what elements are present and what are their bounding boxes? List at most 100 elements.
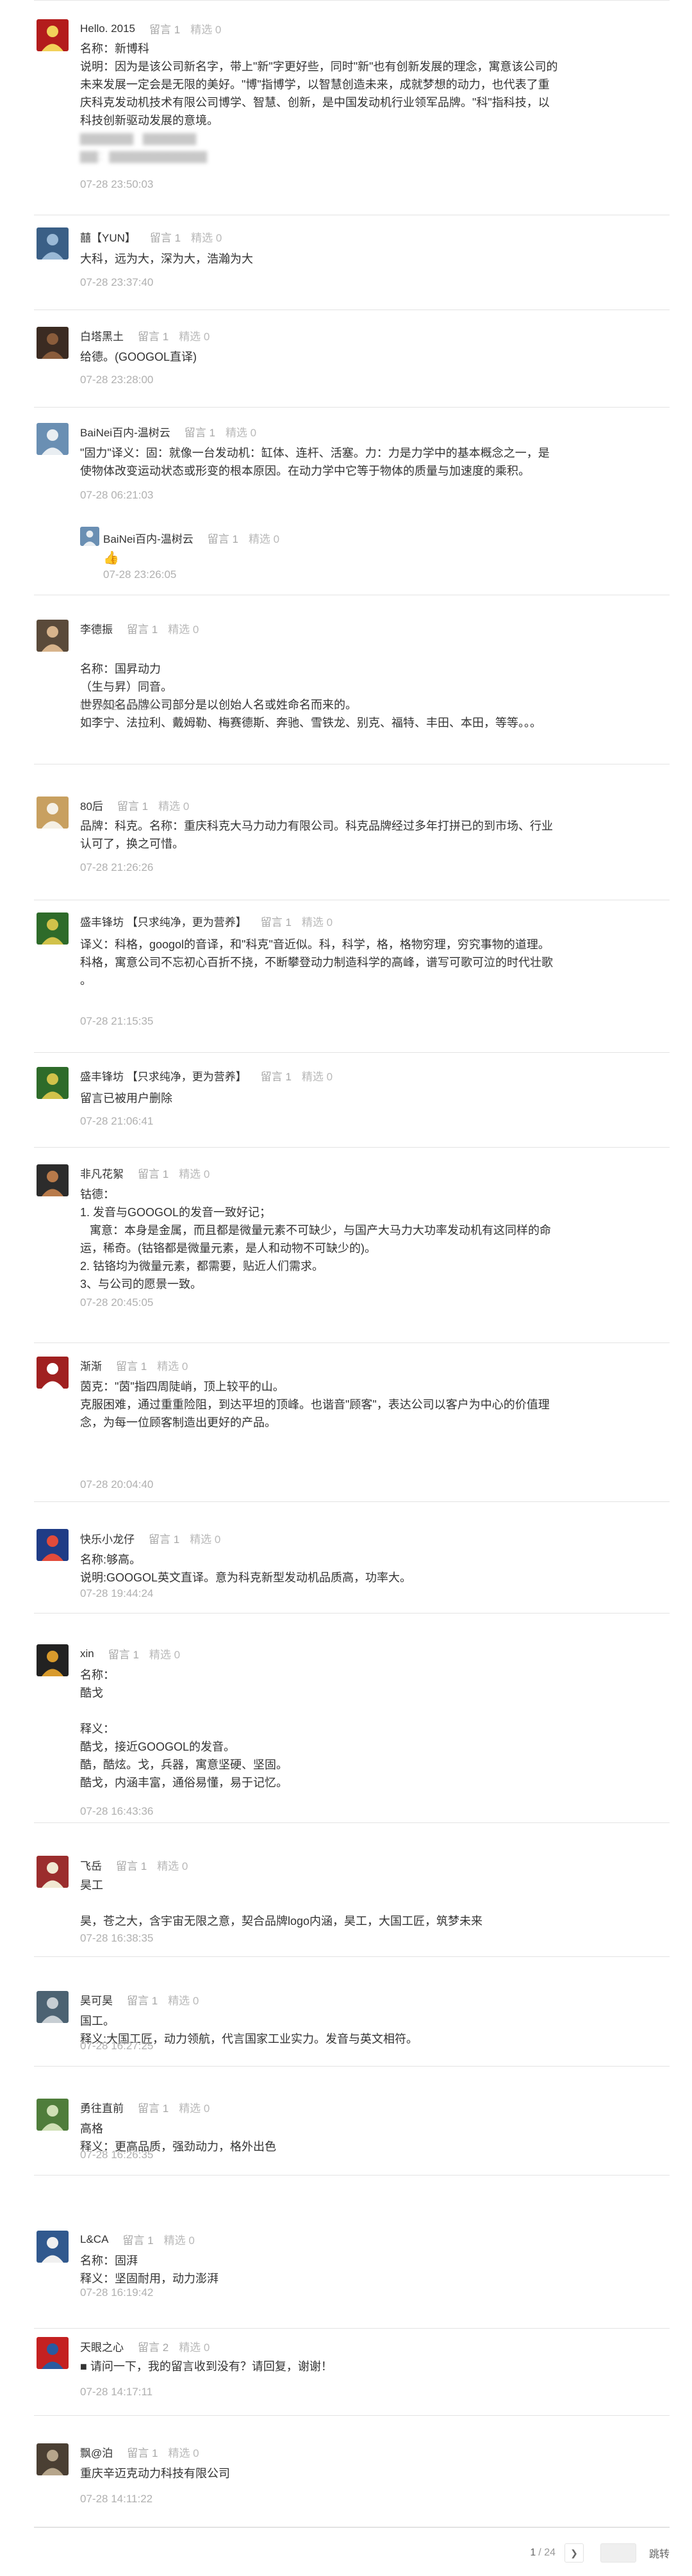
comment-item: 天眼之心 留言 2 精选 0 ■ 请问一下，我的留言收到没有？请回复，谢谢！ 07-28… [34,2329,670,2416]
selected-count: 精选 0 [157,1860,188,1872]
comment-item: 囍【YUN】 留言 1 精选 0 大科，远为大，深为大，浩瀚为大 07-28 23:37… [34,215,670,310]
comment-text-line: 说明：因为是该公司新名字，带上"新"字更好些，同时"新"也有创新发展的理念，寓意… [80,60,558,73]
selected-count: 精选 0 [191,232,222,244]
comment-item: 盛丰锋坊 【只求纯净，更为营养】 留言 1 精选 0 留言已被用户删除 07-28 21… [34,1053,670,1148]
comment-author[interactable]: 飞岳 [80,1857,102,1873]
avatar[interactable] [37,2099,69,2131]
comment-author[interactable]: Hello. 2015 [80,22,135,35]
avatar[interactable] [37,912,69,945]
comment-author[interactable]: 飘@泊 [80,2444,113,2460]
jump-button[interactable]: 跳转 [649,2545,670,2561]
avatar[interactable] [37,1644,69,1676]
comment-body: 名称:够高。 说明:GOOGOL英文直译。意为科克新型发动机品质高，功率大。 [80,1551,618,1587]
selected-count: 精选 0 [149,1649,181,1661]
avatar[interactable] [37,2231,69,2263]
comment-author[interactable]: 囍【YUN】 [80,229,136,245]
comment-text-line: 酷，酷炫。戈，兵器，寓意坚硬、坚固。 [80,1758,288,1771]
comment-time: 07-28 16:38:35 [80,1932,154,1944]
comment-text-line: 庆科克发动机技术有限公司博学、智慧、创新，是中国发动机行业领军品牌。"科"指科技… [80,96,550,109]
comment-text-line: 昊，苍之大，含宇宙无限之意，契合品牌logo内涵，昊工，大国工匠，筑梦未来 [80,1915,483,1928]
pagination: 1 / 24 ❯ 跳转 [530,2540,670,2566]
reply-count[interactable]: 留言 1 [138,2099,169,2115]
comment-author[interactable]: 李德振 [80,620,113,636]
reply-count[interactable]: 留言 1 [138,1165,169,1181]
avatar[interactable] [37,2337,69,2369]
reply-count[interactable]: 留言 1 [261,913,292,929]
next-page-button[interactable]: ❯ [564,2543,584,2563]
comment-time: 07-28 06:21:03 [80,489,154,501]
comment-author[interactable]: 勇往直前 [80,2099,124,2115]
avatar[interactable] [37,2443,69,2475]
page-current: 1 [530,2547,536,2558]
comment-body: ■ 请问一下，我的留言收到没有？请回复，谢谢！ [80,2357,618,2375]
avatar[interactable] [37,423,69,455]
reply-count[interactable]: 留言 1 [116,1857,147,1873]
avatar[interactable] [37,1991,69,2023]
avatar[interactable] [37,1856,69,1888]
comment-author[interactable]: 渐渐 [80,1357,102,1373]
avatar[interactable] [37,19,69,51]
comment-text-line: 释义： [80,1722,115,1735]
comment-body: 译义：科格，googol的音译，和"科克"音近似。科，科学，格，格物穷理，穷究事… [80,936,618,989]
comment-author[interactable]: BaiNei百内-温树云 [80,424,170,440]
avatar[interactable] [37,1529,69,1561]
selected-count: 精选 0 [158,800,190,813]
reply-count[interactable]: 留言 1 [185,424,215,440]
comment-time: 07-28 14:11:22 [80,2493,153,2505]
reply-count[interactable]: 留言 2 [138,2338,169,2354]
comment-item: 飘@泊 留言 1 精选 0 重庆辛迈克动力科技有限公司 07-28 14:11:22 [34,2416,670,2527]
reply-count[interactable]: 留言 1 [149,21,180,37]
avatar[interactable] [37,1357,69,1389]
comment-body: 高格 释义：更高品质，强劲动力，格外出色 [80,2120,618,2156]
comment-text-line: 名称： [80,1669,115,1681]
comment-header: 渐渐 留言 1 精选 0 [80,1357,198,1373]
avatar[interactable] [37,797,69,829]
reply-count[interactable]: 留言 1 [127,620,158,636]
comment-author[interactable]: 天眼之心 [80,2338,124,2354]
selected-count: 精选 0 [190,1533,221,1546]
comment-author[interactable]: 盛丰锋坊 【只求纯净，更为营养】 [80,1068,247,1084]
comment-author[interactable]: 非凡花絮 [80,1165,124,1181]
comment-text-line: 念，为每一位顾客制造出更好的产品。 [80,1416,276,1429]
avatar[interactable] [37,1164,69,1196]
selected-count: 精选 0 [157,1360,188,1373]
comment-text-line: （生与昇）同音。 [80,681,172,693]
comment-author[interactable]: 快乐小龙仔 [80,1530,135,1546]
reply-count[interactable]: 留言 1 [108,1646,139,1662]
comment-time: 07-28 23:37:40 [80,276,154,288]
reply-count[interactable]: 留言 1 [127,2444,158,2460]
bottom-divider [34,2527,670,2528]
comment-author[interactable]: 盛丰锋坊 【只求纯净，更为营养】 [80,913,247,929]
comment-author[interactable]: 80后 [80,797,103,813]
comment-header: Hello. 2015 留言 1 精选 0 [80,21,231,37]
comment-text-line: 大科，远为大，深为大，浩瀚为大 [80,252,253,265]
reply-author[interactable]: BaiNei百内-温树云 [103,530,194,546]
page-jump-input[interactable] [600,2543,636,2563]
reply-count[interactable]: 留言 1 [150,229,181,245]
reply-count[interactable]: 留言 1 [122,2231,153,2247]
avatar[interactable] [80,527,99,546]
comment-text-line: 释义：更高品质，强劲动力，格外出色 [80,2140,276,2153]
comment-author[interactable]: L&CA [80,2233,108,2246]
reply-count[interactable]: 留言 1 [127,1992,158,2008]
reply-count[interactable]: 留言 1 [138,327,169,343]
comment-time: 07-28 16:43:36 [80,1805,154,1817]
comment-body: 名称：新博科 说明：因为是该公司新名字，带上"新"字更好些，同时"新"也有创新发展… [80,40,618,165]
avatar[interactable] [37,227,69,260]
chevron-right-icon: ❯ [570,2547,578,2558]
reply-count[interactable]: 留言 1 [117,797,148,813]
reply-count[interactable]: 留言 1 [208,530,238,546]
comment-item: 昊可昊 留言 1 精选 0 国工。 释义:大国工匠，动力领航，代言国家工业实力。发音与英… [34,1957,670,2067]
comment-author[interactable]: xin [80,1647,94,1660]
comment-body: 昊工 昊，苍之大，含宇宙无限之意，契合品牌logo内涵，昊工，大国工匠，筑梦未来 [80,1876,618,1930]
comment-author[interactable]: 白塔黑土 [80,327,124,343]
comment-text-line: 译义：科格，googol的音译，和"科克"音近似。科，科学，格，格物穷理，穷究事… [80,938,550,951]
reply-count[interactable]: 留言 1 [149,1530,179,1546]
reply-count[interactable]: 留言 1 [261,1068,292,1084]
avatar[interactable] [37,327,69,359]
reply-count[interactable]: 留言 1 [116,1357,147,1373]
avatar[interactable] [37,1067,69,1099]
avatar[interactable] [37,620,69,652]
comment-author[interactable]: 昊可昊 [80,1992,113,2008]
comment-text-line: 给德。(GOOGOL直译) [80,351,197,363]
